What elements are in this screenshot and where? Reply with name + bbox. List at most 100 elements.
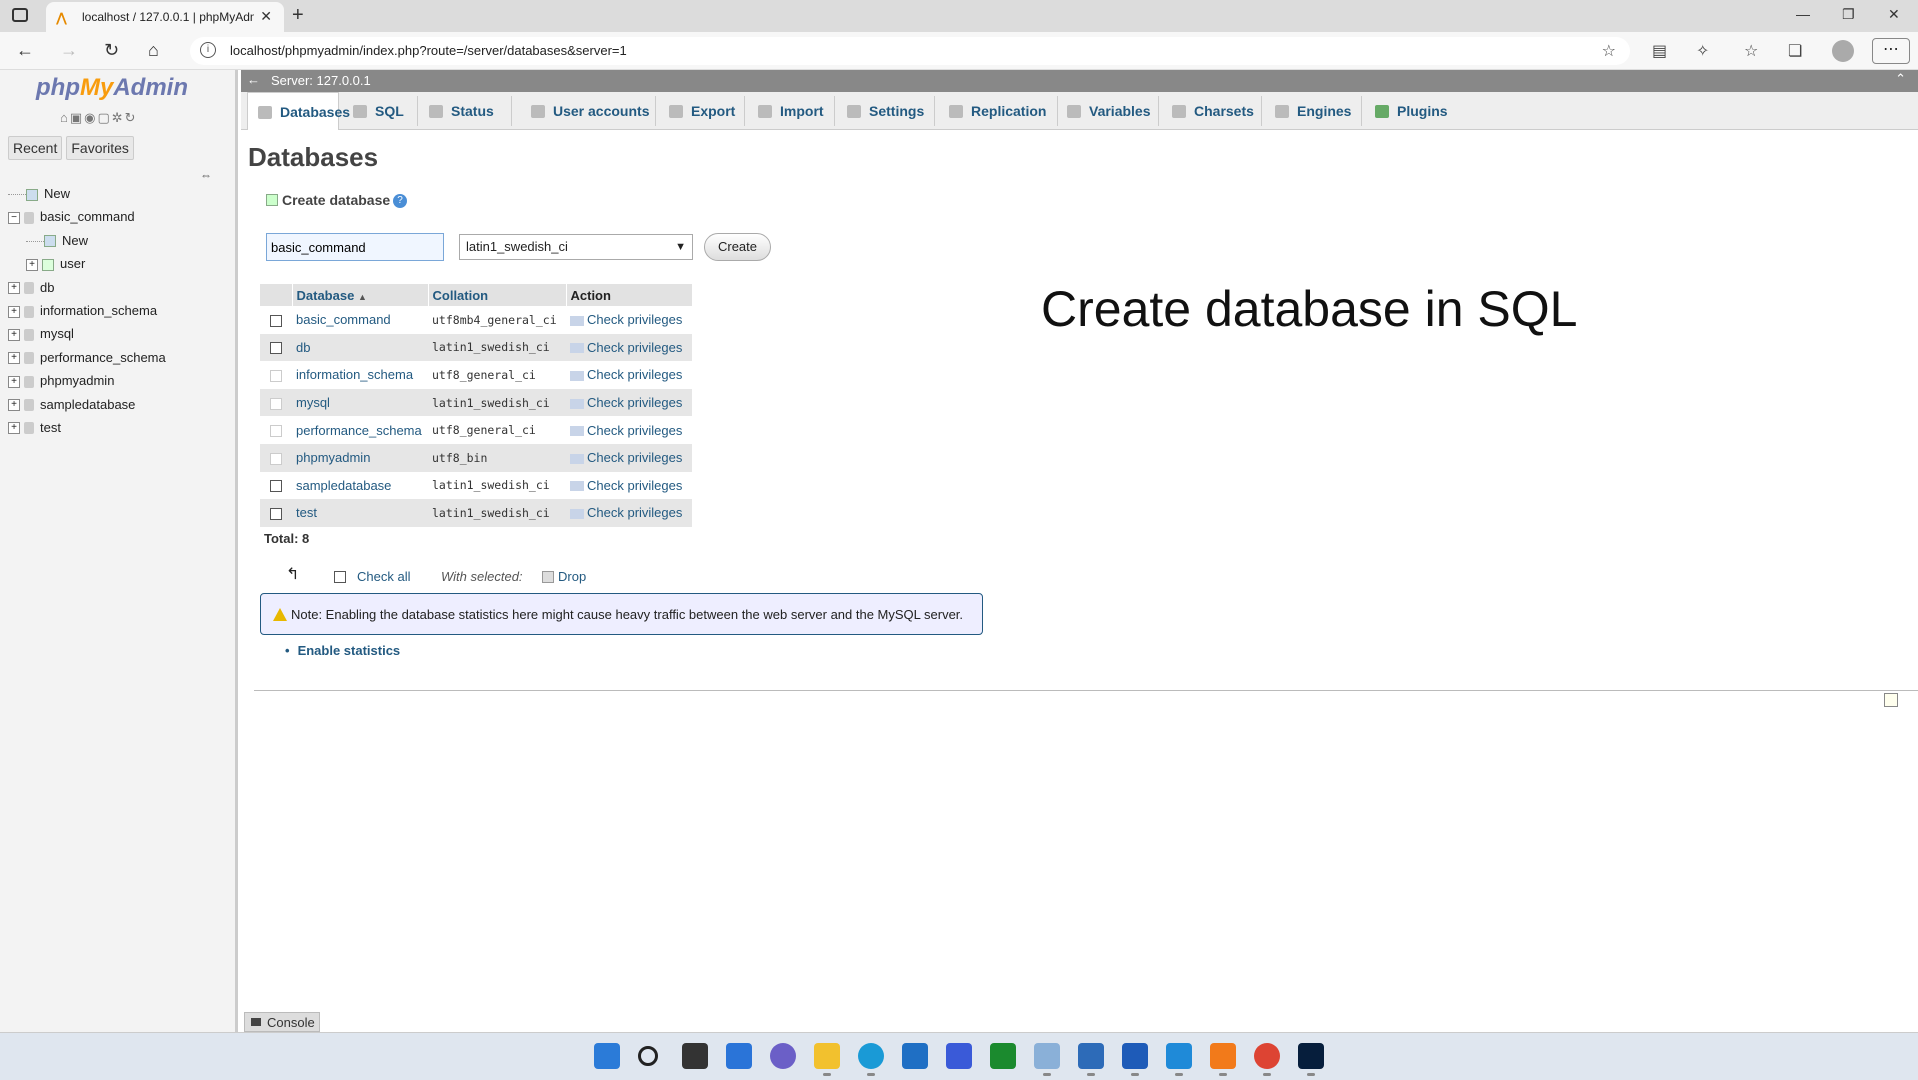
tree-item-sampledatabase[interactable]: + sampledatabase (8, 397, 166, 420)
tree-item-db[interactable]: + db (8, 280, 166, 303)
notepad-icon[interactable] (1078, 1043, 1104, 1076)
site-info-icon[interactable]: i (200, 42, 216, 58)
database-link[interactable]: test (292, 499, 428, 527)
database-link[interactable]: basic_command (292, 306, 428, 334)
refresh-icon[interactable]: ↻ (104, 40, 119, 61)
check-privileges-link[interactable]: Check privileges (566, 388, 692, 417)
help-icon[interactable]: ? (393, 194, 407, 208)
collapse-icon[interactable]: − (8, 211, 20, 224)
add-favorite-icon[interactable]: ☆ (1602, 41, 1616, 61)
expand-icon[interactable]: + (8, 305, 20, 318)
tree-item-test[interactable]: + test (8, 420, 166, 443)
back-arrow-icon[interactable]: ← (247, 72, 260, 87)
tree-item-label[interactable]: mysql (40, 326, 74, 341)
performance-monitor-icon[interactable] (1034, 1043, 1060, 1076)
check-privileges-link[interactable]: Check privileges (566, 499, 692, 527)
tree-item-label[interactable]: user (60, 256, 85, 271)
tree-item-information-schema[interactable]: + information_schema (8, 303, 166, 326)
expand-icon[interactable]: + (26, 258, 38, 271)
tab-variables[interactable]: Variables (1067, 92, 1151, 130)
collation-select[interactable]: latin1_swedish_ci ▼ (459, 234, 693, 260)
file-explorer-icon[interactable] (814, 1043, 840, 1076)
drop-button[interactable]: Drop (542, 569, 586, 584)
xampp-icon[interactable] (1210, 1043, 1236, 1076)
address-field[interactable]: i localhost/phpmyadmin/index.php?route=/… (190, 37, 1630, 65)
tree-item-label[interactable]: information_schema (40, 303, 157, 318)
database-link[interactable]: performance_schema (292, 416, 428, 444)
widgets-icon[interactable] (726, 1043, 752, 1069)
database-link[interactable]: information_schema (292, 361, 428, 389)
tab-engines[interactable]: Engines (1275, 92, 1351, 130)
favorites-tab[interactable]: Favorites (66, 136, 134, 160)
search-icon[interactable] (638, 1046, 658, 1066)
tab-databases[interactable]: Databases (247, 92, 350, 130)
check-privileges-link[interactable]: Check privileges (566, 361, 692, 389)
url-text[interactable]: localhost/phpmyadmin/index.php?route=/se… (230, 43, 627, 58)
tree-item-performance-schema[interactable]: + performance_schema (8, 350, 166, 373)
close-window-icon[interactable]: ✕ (1888, 6, 1900, 23)
database-link[interactable]: phpmyadmin (292, 443, 428, 472)
collapse-top-icon[interactable]: ⌃ (1895, 71, 1906, 87)
console-toggle[interactable]: Console (244, 1012, 320, 1032)
server-breadcrumb[interactable]: Server: 127.0.0.1 (271, 73, 371, 88)
expand-icon[interactable]: + (8, 328, 20, 341)
store-icon[interactable] (902, 1043, 928, 1069)
tab-import[interactable]: Import (758, 92, 824, 130)
collections-icon[interactable]: ❏ (1788, 41, 1802, 61)
database-link[interactable]: db (292, 333, 428, 362)
settings-menu-icon[interactable]: ⋯ (1872, 38, 1910, 64)
favorites-icon[interactable]: ☆ (1744, 41, 1758, 61)
expand-icon[interactable]: + (8, 399, 20, 412)
tab-charsets[interactable]: Charsets (1172, 92, 1254, 130)
forward-icon[interactable]: → (60, 40, 78, 61)
edge-browser-icon[interactable] (858, 1043, 884, 1076)
header-collation[interactable]: Collation (428, 284, 567, 306)
tree-item-label[interactable]: New (62, 233, 88, 248)
minimize-icon[interactable]: — (1796, 6, 1810, 22)
window-menu-icon[interactable] (12, 8, 28, 22)
tab-user-accounts[interactable]: User accounts (531, 92, 649, 130)
recent-tab[interactable]: Recent (8, 136, 63, 160)
phpmyadmin-logo[interactable]: phpMyAdmin (36, 74, 188, 102)
visual-studio-icon[interactable] (946, 1043, 972, 1069)
check-privileges-link[interactable]: Check privileges (566, 333, 692, 362)
photoshop-icon[interactable] (1298, 1043, 1324, 1076)
page-settings-icon[interactable] (1884, 693, 1898, 707)
word-icon[interactable] (1122, 1043, 1148, 1076)
close-tab-icon[interactable]: ✕ (260, 8, 272, 25)
tree-item-new[interactable]: New (8, 186, 166, 209)
tab-export[interactable]: Export (669, 92, 735, 130)
profile-avatar[interactable] (1832, 40, 1854, 62)
tree-item-label[interactable]: New (44, 186, 70, 201)
new-tab-icon[interactable]: + (292, 4, 304, 27)
tab-sql[interactable]: SQL (353, 92, 404, 130)
tree-item-phpmyadmin[interactable]: + phpmyadmin (8, 373, 166, 396)
row-checkbox[interactable] (270, 508, 282, 521)
tree-item-basic-command[interactable]: − basic_command (8, 209, 166, 232)
task-view-icon[interactable] (682, 1043, 708, 1069)
xbox-icon[interactable] (990, 1043, 1016, 1069)
check-all-checkbox[interactable] (334, 571, 346, 583)
quick-links-icons[interactable]: ⌂▣◉▢✲↻ (60, 110, 138, 126)
tree-item-mysql[interactable]: + mysql (8, 326, 166, 349)
check-all-label[interactable]: Check all (357, 569, 410, 584)
tree-item-label[interactable]: phpmyadmin (40, 373, 114, 388)
tree-item-label[interactable]: test (40, 420, 61, 435)
tree-item-user-table[interactable]: + user (8, 256, 166, 279)
tab-settings[interactable]: Settings (847, 92, 924, 130)
link-with-main-panel-icon[interactable]: ⇔ (200, 168, 212, 182)
tree-item-basic-command-new[interactable]: New (8, 233, 166, 256)
reading-view-icon[interactable]: ▤ (1652, 41, 1667, 61)
check-privileges-link[interactable]: Check privileges (566, 306, 692, 334)
tree-item-label[interactable]: basic_command (40, 209, 135, 224)
enable-statistics-link[interactable]: Enable statistics (285, 643, 401, 658)
row-checkbox[interactable] (270, 480, 282, 493)
tab-replication[interactable]: Replication (949, 92, 1046, 130)
tree-item-label[interactable]: performance_schema (40, 350, 166, 365)
create-button[interactable]: Create (704, 233, 771, 261)
tab-status[interactable]: Status (429, 92, 494, 130)
home-icon[interactable]: ⌂ (148, 40, 159, 61)
header-database[interactable]: Database ▲ (292, 284, 429, 306)
row-checkbox[interactable] (270, 314, 282, 327)
check-privileges-link[interactable]: Check privileges (566, 416, 692, 444)
